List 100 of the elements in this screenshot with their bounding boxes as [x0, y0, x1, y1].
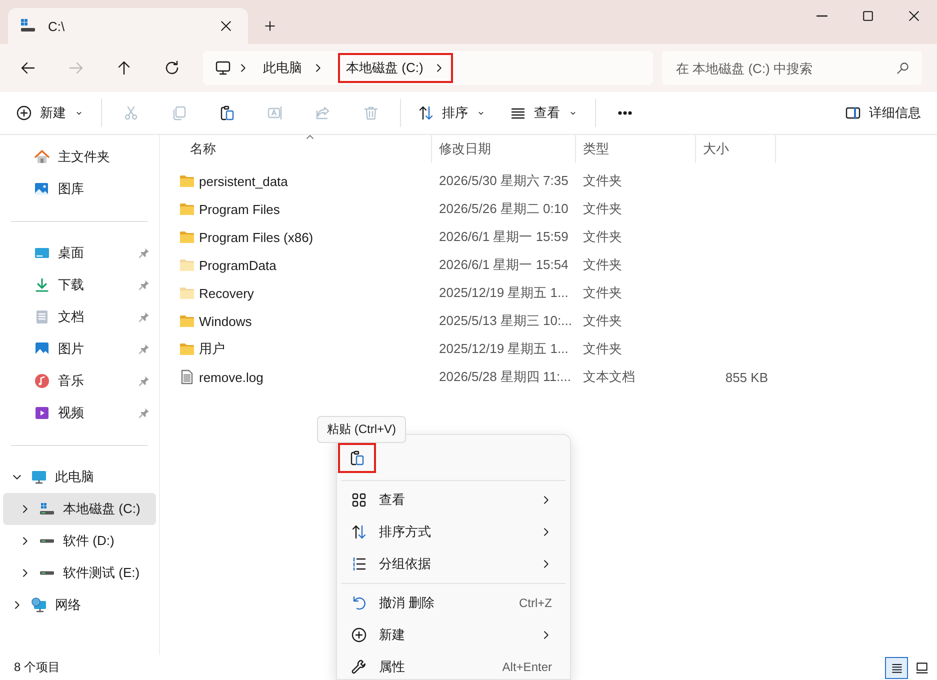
plus-icon — [263, 19, 277, 33]
folder-icon — [179, 257, 195, 273]
maximize-icon — [861, 9, 875, 23]
new-button[interactable]: 新建 — [8, 97, 92, 129]
file-name-cell[interactable]: Program Files (x86) — [168, 229, 432, 245]
type-cell-text: 文件夹 — [582, 312, 623, 330]
tiles-view-icon — [914, 660, 928, 674]
menu-item[interactable]: 排序方式 — [341, 516, 566, 548]
rename-icon — [267, 105, 283, 121]
sidebar-item[interactable]: 软件测试 (E:) — [3, 557, 156, 589]
item-count: 8 个项目 — [14, 659, 60, 676]
details-button[interactable]: 详细信息 — [837, 97, 929, 129]
modified-date-cell-text: 2025/12/19 星期五 1... — [438, 284, 570, 302]
sidebar-item[interactable]: 视频 — [3, 397, 156, 429]
up-arrow-icon — [116, 60, 132, 76]
share-icon — [315, 105, 331, 121]
address-bar[interactable]: 此电脑 本地磁盘 (C:) — [203, 51, 653, 85]
folder-icon — [179, 313, 195, 329]
list-group-icon — [351, 556, 367, 572]
pin-icon — [138, 247, 150, 259]
details-pane-icon — [845, 105, 861, 121]
column-header[interactable]: 大小 — [696, 135, 776, 163]
type-cell-text: 文件夹 — [582, 340, 623, 358]
forward-arrow-icon — [68, 60, 84, 76]
pin-icon — [138, 343, 150, 355]
file-name-cell[interactable]: 用户 — [168, 340, 432, 358]
modified-date-cell-text: 2025/5/13 星期三 10:... — [438, 312, 573, 330]
document-icon — [34, 309, 50, 325]
details-view-button[interactable] — [885, 656, 908, 678]
column-header[interactable]: 修改日期 — [432, 135, 576, 163]
music-icon — [34, 373, 50, 389]
type-cell-text: 文本文档 — [582, 368, 636, 386]
close-icon — [219, 19, 233, 33]
gallery-icon — [34, 181, 50, 197]
file-name-cell[interactable]: Recovery — [168, 285, 432, 301]
video-icon — [34, 405, 50, 421]
view-button[interactable]: 查看 — [502, 97, 586, 129]
sidebar-item[interactable]: 文档 — [3, 301, 156, 333]
copy-icon — [171, 105, 187, 121]
file-name-cell[interactable]: remove.log — [168, 369, 432, 385]
modified-date-cell-text: 2026/6/1 星期一 15:59 — [438, 228, 570, 246]
sidebar-item[interactable]: 本地磁盘 (C:) — [3, 493, 156, 525]
file-name-cell[interactable]: ProgramData — [168, 257, 432, 273]
sidebar-item[interactable]: 网络 — [3, 589, 156, 621]
column-header[interactable]: 名称 — [168, 135, 432, 163]
wrench-icon — [351, 659, 367, 675]
sidebar-item[interactable]: 下载 — [3, 269, 156, 301]
size-cell-text: 855 KB — [724, 370, 769, 384]
menu-item[interactable]: 撤消 删除 Ctrl+Z — [341, 587, 566, 619]
window-tab[interactable]: C:\ — [8, 8, 248, 44]
plus-circle-icon — [351, 627, 367, 643]
close-icon — [907, 9, 921, 23]
text-file-icon — [179, 369, 195, 385]
search-field[interactable]: 在 本地磁盘 (C:) 中搜索 — [662, 51, 922, 85]
monitor-icon — [215, 60, 231, 76]
computer-icon — [31, 469, 47, 485]
menu-item[interactable]: 属性 Alt+Enter — [341, 651, 566, 680]
file-name-cell[interactable]: persistent_data — [168, 173, 432, 189]
column-header[interactable]: 类型 — [576, 135, 696, 163]
breadcrumb-item[interactable]: 此电脑 — [255, 53, 332, 83]
sidebar-item[interactable]: 主文件夹 — [3, 141, 156, 173]
sidebar-item[interactable]: 软件 (D:) — [3, 525, 156, 557]
type-cell-text: 文件夹 — [582, 256, 623, 274]
breadcrumb-item[interactable]: 本地磁盘 (C:) — [338, 53, 454, 83]
file-name-cell[interactable]: Program Files — [168, 201, 432, 217]
undo-icon — [351, 595, 367, 611]
sidebar-item[interactable]: 此电脑 — [3, 461, 156, 493]
type-cell-text: 文件夹 — [582, 228, 623, 246]
grid-icon — [351, 492, 367, 508]
sidebar-item[interactable]: 图片 — [3, 333, 156, 365]
sidebar-item[interactable]: 图库 — [3, 173, 156, 205]
paste-button[interactable] — [338, 442, 376, 472]
sidebar-item[interactable]: 桌面 — [3, 237, 156, 269]
file-name-cell[interactable]: Windows — [168, 313, 432, 329]
pin-icon — [138, 311, 150, 323]
pin-icon — [138, 279, 150, 291]
desktop-icon — [34, 245, 50, 261]
menu-item[interactable]: 新建 — [341, 619, 566, 651]
modified-date-cell-text: 2026/5/26 星期二 0:10 — [438, 200, 570, 218]
drive-icon — [39, 571, 55, 575]
picture-icon — [34, 341, 50, 357]
menu-item[interactable]: 查看 — [341, 484, 566, 516]
folder-icon — [179, 341, 195, 357]
back-arrow-icon — [20, 60, 36, 76]
menu-item[interactable]: 分组依据 — [341, 548, 566, 580]
sort-arrows-icon — [351, 524, 367, 540]
sidebar-item[interactable]: 音乐 — [3, 365, 156, 397]
refresh-icon — [164, 60, 180, 76]
home-icon — [34, 149, 50, 165]
system-drive-icon — [20, 18, 36, 34]
folder-icon — [179, 229, 195, 245]
folder-icon — [179, 201, 195, 217]
type-cell-text: 文件夹 — [582, 200, 623, 218]
system-drive-icon — [39, 501, 55, 517]
minimize-icon — [816, 15, 828, 17]
modified-date-cell-text: 2026/5/30 星期六 7:35 — [438, 172, 570, 190]
sort-button[interactable]: 排序 — [410, 97, 494, 129]
modified-date-cell-text: 2026/5/28 星期四 11:... — [438, 368, 572, 386]
folder-icon — [179, 285, 195, 301]
pin-icon — [138, 407, 150, 419]
